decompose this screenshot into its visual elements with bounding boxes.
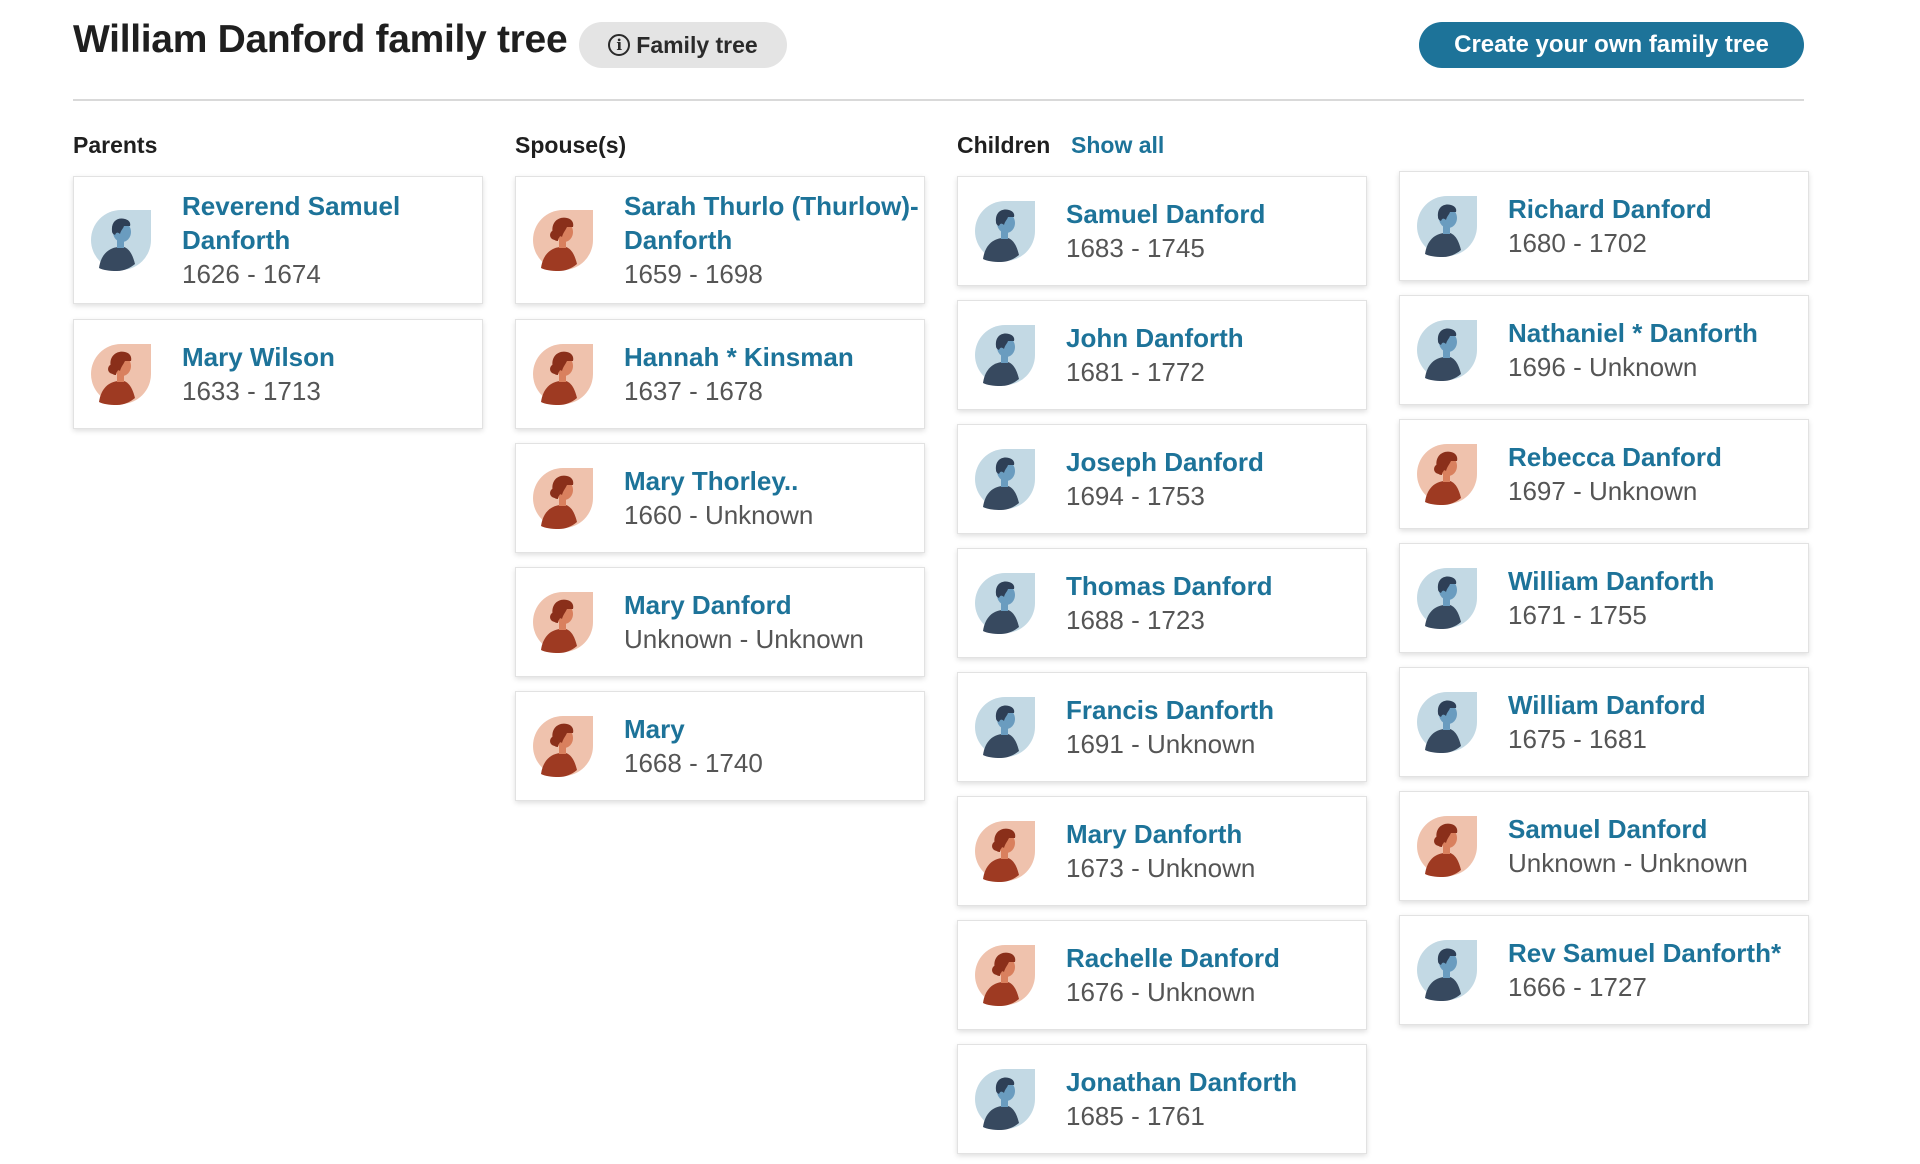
- person-dates: 1675 - 1681: [1508, 724, 1647, 754]
- person-dates: 1633 - 1713: [182, 376, 321, 406]
- female-avatar-icon: [973, 819, 1037, 883]
- person-name[interactable]: Joseph Danford: [1066, 445, 1361, 479]
- person-dates: 1660 - Unknown: [624, 500, 814, 530]
- person-name[interactable]: Jonathan Danforth: [1066, 1065, 1361, 1099]
- person-card[interactable]: Mary 1668 - 1740: [515, 691, 925, 801]
- person-dates: 1697 - Unknown: [1508, 476, 1698, 506]
- person-card[interactable]: John Danforth 1681 - 1772: [957, 300, 1367, 410]
- person-card[interactable]: Francis Danforth 1691 - Unknown: [957, 672, 1367, 782]
- male-avatar-icon: [973, 695, 1037, 759]
- person-dates: 1666 - 1727: [1508, 972, 1647, 1002]
- female-avatar-icon: [1415, 442, 1479, 506]
- person-card[interactable]: William Danford 1675 - 1681: [1399, 667, 1809, 777]
- person-name[interactable]: Mary Wilson: [182, 340, 477, 374]
- person-name[interactable]: Hannah * Kinsman: [624, 340, 919, 374]
- person-dates: 1685 - 1761: [1066, 1101, 1205, 1131]
- person-dates: 1668 - 1740: [624, 748, 763, 778]
- person-card[interactable]: Reverend Samuel Danforth 1626 - 1674: [73, 176, 483, 304]
- person-card[interactable]: Mary Thorley.. 1660 - Unknown: [515, 443, 925, 553]
- person-dates: 1671 - 1755: [1508, 600, 1647, 630]
- male-avatar-icon: [1415, 194, 1479, 258]
- person-card[interactable]: Samuel Danford 1683 - 1745: [957, 176, 1367, 286]
- female-avatar-icon: [531, 590, 595, 654]
- children-heading: Children: [957, 132, 1051, 158]
- person-dates: 1696 - Unknown: [1508, 352, 1698, 382]
- person-dates: 1637 - 1678: [624, 376, 763, 406]
- person-dates: 1694 - 1753: [1066, 481, 1205, 511]
- family-tree-badge[interactable]: i Family tree: [579, 22, 787, 68]
- female-avatar-icon: [531, 466, 595, 530]
- person-dates: 1673 - Unknown: [1066, 853, 1256, 883]
- person-card[interactable]: Jonathan Danforth 1685 - 1761: [957, 1044, 1367, 1154]
- person-name[interactable]: Mary: [624, 712, 919, 746]
- person-dates: 1681 - 1772: [1066, 357, 1205, 387]
- person-name[interactable]: Thomas Danford: [1066, 569, 1361, 603]
- female-avatar-icon: [89, 342, 153, 406]
- person-card[interactable]: Nathaniel * Danforth 1696 - Unknown: [1399, 295, 1809, 405]
- person-card[interactable]: Thomas Danford 1688 - 1723: [957, 548, 1367, 658]
- badge-label: Family tree: [636, 31, 758, 58]
- person-dates: Unknown - Unknown: [624, 624, 864, 654]
- person-name[interactable]: Rebecca Danford: [1508, 440, 1803, 474]
- female-avatar-icon: [531, 714, 595, 778]
- spouses-heading: Spouse(s): [515, 132, 627, 158]
- person-card[interactable]: Rachelle Danford 1676 - Unknown: [957, 920, 1367, 1030]
- person-card[interactable]: Joseph Danford 1694 - 1753: [957, 424, 1367, 534]
- person-card[interactable]: Mary Danforth 1673 - Unknown: [957, 796, 1367, 906]
- person-card[interactable]: Hannah * Kinsman 1637 - 1678: [515, 319, 925, 429]
- show-all-link[interactable]: Show all: [1071, 131, 1164, 159]
- person-card[interactable]: Richard Danford 1680 - 1702: [1399, 171, 1809, 281]
- male-avatar-icon: [973, 571, 1037, 635]
- person-dates: 1626 - 1674: [182, 259, 321, 289]
- male-avatar-icon: [89, 208, 153, 272]
- person-card[interactable]: Mary Wilson 1633 - 1713: [73, 319, 483, 429]
- male-avatar-icon: [1415, 690, 1479, 754]
- person-name[interactable]: Mary Danforth: [1066, 817, 1361, 851]
- person-card[interactable]: Sarah Thurlo (Thurlow)- Danforth 1659 - 1…: [515, 176, 925, 304]
- female-avatar-icon: [973, 943, 1037, 1007]
- person-dates: 1683 - 1745: [1066, 233, 1205, 263]
- person-dates: 1688 - 1723: [1066, 605, 1205, 635]
- person-card[interactable]: William Danforth 1671 - 1755: [1399, 543, 1809, 653]
- person-dates: 1676 - Unknown: [1066, 977, 1256, 1007]
- person-name[interactable]: Reverend Samuel Danforth: [182, 189, 477, 257]
- person-name[interactable]: William Danforth: [1508, 564, 1803, 598]
- person-card[interactable]: Rebecca Danford 1697 - Unknown: [1399, 419, 1809, 529]
- male-avatar-icon: [1415, 318, 1479, 382]
- person-dates: 1680 - 1702: [1508, 228, 1647, 258]
- male-avatar-icon: [1415, 566, 1479, 630]
- person-card[interactable]: Samuel Danford Unknown - Unknown: [1399, 791, 1809, 901]
- person-name[interactable]: William Danford: [1508, 688, 1803, 722]
- page-title: William Danford family tree: [73, 18, 568, 61]
- person-name[interactable]: Rev Samuel Danforth*: [1508, 936, 1803, 970]
- info-icon: i: [608, 34, 631, 56]
- person-name[interactable]: Samuel Danford: [1508, 812, 1803, 846]
- person-dates: Unknown - Unknown: [1508, 848, 1748, 878]
- person-name[interactable]: Francis Danforth: [1066, 693, 1361, 727]
- person-name[interactable]: Mary Danford: [624, 588, 919, 622]
- person-name[interactable]: Rachelle Danford: [1066, 941, 1361, 975]
- page-header: William Danford family tree i Family tre…: [73, 18, 1804, 80]
- person-name[interactable]: Samuel Danford: [1066, 197, 1361, 231]
- person-name[interactable]: Mary Thorley..: [624, 464, 919, 498]
- female-avatar-icon: [1415, 814, 1479, 878]
- male-avatar-icon: [973, 199, 1037, 263]
- female-avatar-icon: [531, 342, 595, 406]
- male-avatar-icon: [1415, 938, 1479, 1002]
- person-card[interactable]: Rev Samuel Danforth* 1666 - 1727: [1399, 915, 1809, 1025]
- person-dates: 1691 - Unknown: [1066, 729, 1256, 759]
- person-name[interactable]: Richard Danford: [1508, 192, 1803, 226]
- parents-heading: Parents: [73, 132, 158, 158]
- create-family-tree-button[interactable]: Create your own family tree: [1419, 22, 1804, 68]
- male-avatar-icon: [973, 323, 1037, 387]
- person-card[interactable]: Mary Danford Unknown - Unknown: [515, 567, 925, 677]
- female-avatar-icon: [531, 208, 595, 272]
- person-name[interactable]: John Danforth: [1066, 321, 1361, 355]
- person-dates: 1659 - 1698: [624, 259, 763, 289]
- header-divider: [73, 99, 1804, 101]
- person-name[interactable]: Sarah Thurlo (Thurlow)- Danforth: [624, 189, 919, 257]
- male-avatar-icon: [973, 1067, 1037, 1131]
- male-avatar-icon: [973, 447, 1037, 511]
- person-name[interactable]: Nathaniel * Danforth: [1508, 316, 1803, 350]
